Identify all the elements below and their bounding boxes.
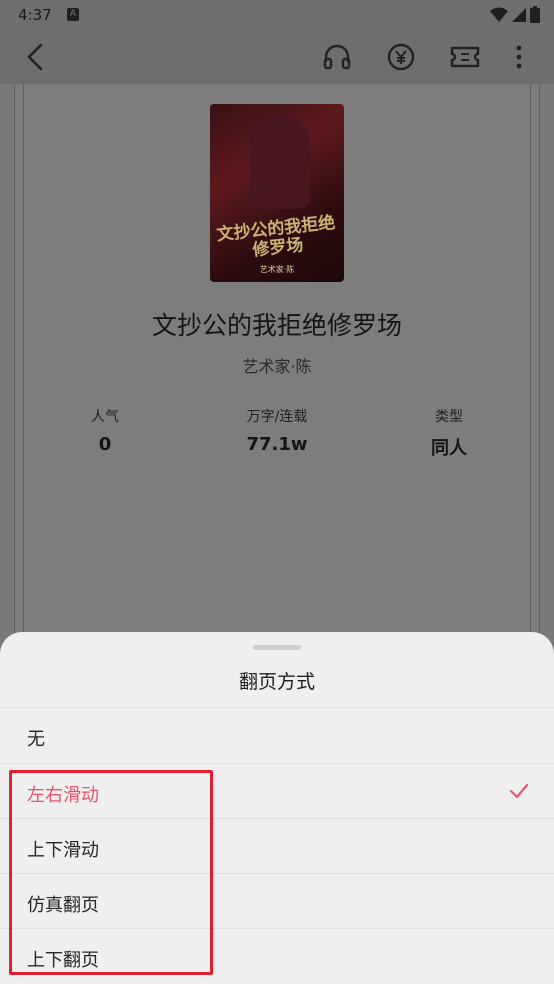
- status-bar: 4:37 A: [0, 0, 554, 30]
- headphones-icon[interactable]: [320, 40, 354, 74]
- status-time: 4:37: [18, 6, 52, 24]
- option-label: 无: [27, 729, 45, 750]
- notification-a-icon: A: [67, 8, 79, 21]
- book-title: 文抄公的我拒绝修罗场: [151, 311, 402, 340]
- option-label: 上下滑动: [27, 840, 99, 861]
- yuan-coin-icon[interactable]: [384, 40, 418, 74]
- stat-genre: 类型 同人: [379, 406, 519, 460]
- app-bar: [0, 30, 554, 84]
- option-horizontal-slide[interactable]: 左右滑动: [0, 764, 554, 819]
- option-label: 左右滑动: [27, 785, 99, 806]
- option-vertical-slide[interactable]: 上下滑动: [0, 819, 554, 874]
- ticket-icon[interactable]: [448, 40, 482, 74]
- checkmark-icon: [509, 783, 529, 799]
- stat-word-count: 万字/连载 77.1w: [207, 406, 347, 455]
- stat-value: 同人: [431, 438, 467, 459]
- option-simulated-page-flip[interactable]: 仿真翻页: [0, 874, 554, 929]
- option-vertical-page-flip[interactable]: 上下翻页: [0, 929, 554, 984]
- book-cover[interactable]: 文抄公的我拒绝修罗场 艺术家·陈: [210, 104, 344, 282]
- stat-popularity: 人气 0: [35, 406, 175, 455]
- book-author[interactable]: 艺术家·陈: [0, 353, 554, 377]
- cover-author-text: 艺术家·陈: [259, 265, 295, 274]
- cover-title-text: 文抄公的我拒绝修罗场: [215, 212, 337, 261]
- stat-value: 77.1w: [246, 434, 308, 455]
- stat-value: 0: [98, 434, 112, 455]
- more-icon[interactable]: [502, 40, 536, 74]
- stat-label: 类型: [435, 409, 463, 425]
- stat-label: 万字/连载: [246, 409, 308, 425]
- option-label: 上下翻页: [27, 950, 99, 971]
- back-icon[interactable]: [18, 40, 52, 74]
- signal-icon: [512, 7, 526, 22]
- battery-icon: [530, 6, 540, 23]
- option-label: 仿真翻页: [27, 895, 99, 916]
- stat-label: 人气: [91, 409, 119, 425]
- page-turn-mode-sheet: 翻页方式 无 左右滑动 上下滑动 仿真翻页 上下翻页: [0, 632, 554, 984]
- wifi-icon: [490, 7, 508, 22]
- cover-character-illustration: [250, 114, 310, 209]
- option-none[interactable]: 无: [0, 708, 554, 763]
- status-indicators: [490, 6, 540, 23]
- sheet-title: 翻页方式: [238, 671, 315, 693]
- sheet-drag-handle[interactable]: [253, 645, 301, 650]
